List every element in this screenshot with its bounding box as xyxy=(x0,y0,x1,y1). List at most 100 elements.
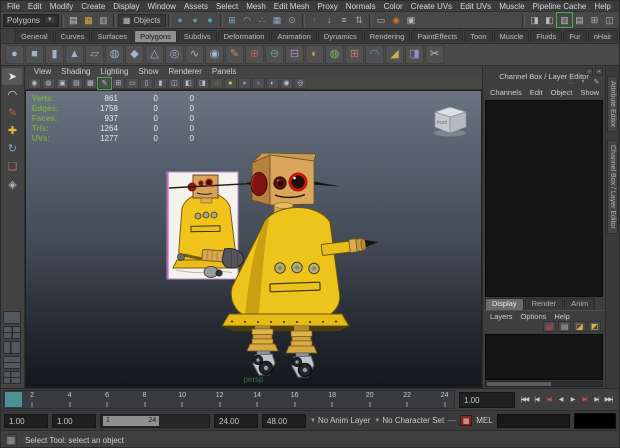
poly-cone-icon[interactable]: ▲ xyxy=(65,45,84,64)
rotate-tool[interactable]: ↻ xyxy=(2,140,22,157)
poly-cylinder-icon[interactable]: ▮ xyxy=(45,45,64,64)
occlusion-icon[interactable]: ◉ xyxy=(280,78,293,89)
shelf-tab-surfaces[interactable]: Surfaces xyxy=(91,30,133,42)
panel-menu-panels[interactable]: Panels xyxy=(207,66,241,77)
select-tool[interactable]: ➤ xyxy=(2,68,22,85)
animation-end-field[interactable]: 48.00 xyxy=(262,414,306,428)
poly-prism-icon[interactable]: ◆ xyxy=(125,45,144,64)
channel-box-menu-show[interactable]: Show xyxy=(576,87,603,99)
play-forwards-button[interactable]: ▶ xyxy=(567,393,578,407)
panel-menu-shading[interactable]: Shading xyxy=(56,66,95,77)
layout-persp-outliner[interactable] xyxy=(3,341,21,354)
menu-mesh[interactable]: Mesh xyxy=(242,1,270,12)
combine-icon[interactable]: ⊕ xyxy=(245,45,264,64)
shelf-tab-rendering[interactable]: Rendering xyxy=(364,30,411,42)
show-tool-settings-icon[interactable]: ◧ xyxy=(542,13,557,27)
show-channel-box-icon[interactable]: ▥ xyxy=(557,13,572,27)
paint-select-tool[interactable]: ✎ xyxy=(2,104,22,121)
extract-icon[interactable]: ⊟ xyxy=(285,45,304,64)
layer-red-icon[interactable]: ▤ xyxy=(543,321,556,332)
poly-pyramid-icon[interactable]: △ xyxy=(145,45,164,64)
layout-single-pane[interactable] xyxy=(3,311,21,324)
playback-start-field[interactable]: 1.00 xyxy=(52,414,96,428)
menu-window[interactable]: Window xyxy=(144,1,180,12)
layer-menu-options[interactable]: Options xyxy=(517,311,551,321)
lock-camera-icon[interactable]: ◍ xyxy=(42,78,55,89)
layer-scrollbar[interactable] xyxy=(485,381,603,387)
shelf-tab-animation[interactable]: Animation xyxy=(271,30,316,42)
menu-create[interactable]: Create xyxy=(77,1,109,12)
playback-end-field[interactable]: 24.00 xyxy=(214,414,258,428)
field-chart-icon[interactable]: ◫ xyxy=(168,78,181,89)
channel-list-area[interactable] xyxy=(485,100,603,297)
make-live-icon[interactable]: ⊙ xyxy=(285,13,300,27)
panel-menu-lighting[interactable]: Lighting xyxy=(95,66,133,77)
ipr-render-icon[interactable]: ◉ xyxy=(389,13,404,27)
range-slider-thumb[interactable]: 1 24 xyxy=(103,416,159,426)
scrollbar-thumb[interactable] xyxy=(487,382,551,386)
menu-assets[interactable]: Assets xyxy=(180,1,212,12)
layer-menu-layers[interactable]: Layers xyxy=(486,311,517,321)
snap-to-curve-icon[interactable]: ◠ xyxy=(240,13,255,27)
show-attribute-editor-icon[interactable]: ◨ xyxy=(527,13,542,27)
go-to-end-button[interactable]: ▶▶| xyxy=(603,393,614,407)
poly-helix-icon[interactable]: ∿ xyxy=(185,45,204,64)
menu-muscle[interactable]: Muscle xyxy=(495,1,528,12)
shelf-tab-deformation[interactable]: Deformation xyxy=(218,30,271,42)
poly-soccerball-icon[interactable]: ◉ xyxy=(205,45,224,64)
step-forward-key-button[interactable]: ▶| xyxy=(579,393,590,407)
step-back-key-button[interactable]: |◀ xyxy=(543,393,554,407)
shelf-tab-subdivs[interactable]: Subdivs xyxy=(178,30,217,42)
channel-pencil-icon[interactable]: ✎ xyxy=(591,77,602,86)
side-tab-channel-box-layer-editor[interactable]: Channel Box / Layer Editor xyxy=(607,140,618,234)
layer-menu-help[interactable]: Help xyxy=(550,311,573,321)
mute-toggle[interactable]: — xyxy=(448,416,456,425)
go-to-start-button[interactable]: |◀◀ xyxy=(519,393,530,407)
selection-mask-field[interactable]: ▦Objects xyxy=(118,14,166,27)
layout-split-horizontal[interactable] xyxy=(3,356,21,369)
layout-four-pane[interactable] xyxy=(3,326,21,339)
panel-menu-view[interactable]: View xyxy=(29,66,56,77)
new-empty-layer-icon[interactable]: ◪ xyxy=(573,321,586,332)
menu-file[interactable]: File xyxy=(3,1,24,12)
select-camera-icon[interactable]: ◉ xyxy=(28,78,41,89)
bookmarks-icon[interactable]: ▤ xyxy=(70,78,83,89)
mirror-geometry-icon[interactable]: ◨ xyxy=(405,45,424,64)
step-back-frame-button[interactable]: |◀ xyxy=(531,393,542,407)
open-scene-icon[interactable]: ▦ xyxy=(81,13,96,27)
camera-attributes-icon[interactable]: ▣ xyxy=(56,78,69,89)
time-slider[interactable]: 24681012141618202224 xyxy=(3,390,455,409)
grid-icon[interactable]: ▦ xyxy=(5,434,17,446)
channel-box-menu-object[interactable]: Object xyxy=(547,87,577,99)
step-forward-frame-button[interactable]: ▶| xyxy=(591,393,602,407)
shelf-tab-polygons[interactable]: Polygons xyxy=(134,30,177,42)
move-tool[interactable]: ✚ xyxy=(2,122,22,139)
layer-editor-tab-render[interactable]: Render xyxy=(525,298,564,310)
motion-blur-icon[interactable]: ◎ xyxy=(294,78,307,89)
menu-edit-uvs[interactable]: Edit UVs xyxy=(456,1,495,12)
shaded-mode-icon[interactable]: ● xyxy=(224,78,237,89)
command-line-input[interactable] xyxy=(497,414,570,428)
layer-list-area[interactable] xyxy=(485,334,603,380)
safe-action-icon[interactable]: ◧ xyxy=(182,78,195,89)
resolution-gate-icon[interactable]: ▯ xyxy=(140,78,153,89)
menu-set-dropdown[interactable]: Polygons▼ xyxy=(3,14,59,27)
dock-icon[interactable]: ▫ xyxy=(585,68,593,75)
menu-edit[interactable]: Edit xyxy=(24,1,46,12)
layout-hypershade-persp[interactable] xyxy=(3,371,21,384)
shelf-tab-fluids[interactable]: Fluids xyxy=(530,30,562,42)
extrude-icon[interactable]: ⊞ xyxy=(345,45,364,64)
select-hierarchy-icon[interactable]: ● xyxy=(173,13,188,27)
list-inputs-icon[interactable]: ≡ xyxy=(337,13,352,27)
current-time-field[interactable]: 1.00 xyxy=(459,392,515,408)
menu-color[interactable]: Color xyxy=(380,1,407,12)
shadows-icon[interactable]: ◐ xyxy=(266,78,279,89)
bridge-icon[interactable]: ◠ xyxy=(365,45,384,64)
film-gate-icon[interactable]: ▭ xyxy=(126,78,139,89)
command-line-language-toggle[interactable]: MEL xyxy=(476,416,492,425)
current-frame-marker[interactable] xyxy=(5,392,22,407)
menu-edit-mesh[interactable]: Edit Mesh xyxy=(270,1,314,12)
layer-gray-icon[interactable]: ▤ xyxy=(558,321,571,332)
channel-box-menu-channels[interactable]: Channels xyxy=(486,87,526,99)
animation-start-field[interactable]: 1.00 xyxy=(4,414,48,428)
